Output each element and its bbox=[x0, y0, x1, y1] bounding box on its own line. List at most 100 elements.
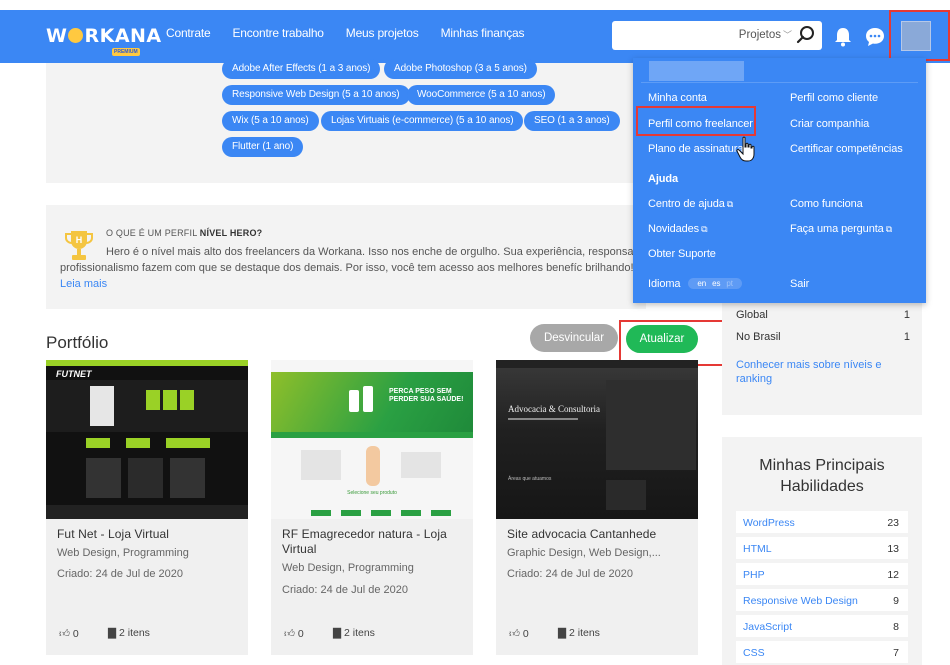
nav-contrate[interactable]: Contrate bbox=[166, 26, 211, 40]
portfolio-thumbnail[interactable]: FUTNET bbox=[46, 360, 248, 519]
skill-count: 9 bbox=[893, 595, 899, 607]
menu-item-minha-conta[interactable]: Minha conta bbox=[648, 92, 707, 104]
skill-row: HTML 13 bbox=[736, 537, 908, 561]
skill-tag[interactable]: SEO (1 a 3 anos) bbox=[524, 111, 620, 131]
skill-tag[interactable]: Responsive Web Design (5 a 10 anos) bbox=[222, 85, 410, 105]
nav-meus-projetos[interactable]: Meus projetos bbox=[346, 26, 419, 40]
portfolio-item-date: Criado: 24 de Jul de 2020 bbox=[282, 584, 408, 596]
skill-row: Responsive Web Design 9 bbox=[736, 589, 908, 613]
skill-tag[interactable]: Adobe After Effects (1 a 3 anos) bbox=[222, 59, 381, 79]
avatar[interactable] bbox=[901, 21, 931, 51]
lang-pt[interactable]: pt bbox=[726, 279, 733, 288]
thumbs-up-icon: 👍︎ bbox=[509, 628, 520, 640]
workana-logo[interactable]: W RKANA bbox=[46, 25, 162, 47]
bell-icon[interactable] bbox=[834, 27, 852, 47]
skill-name[interactable]: HTML bbox=[743, 543, 772, 555]
portfolio-thumbnail[interactable]: PERCA PESO SEM PERDER SUA SAÚDE! Selecio… bbox=[271, 360, 473, 519]
menu-item-como-funciona[interactable]: Como funciona bbox=[790, 198, 863, 210]
portfolio-card[interactable]: FUTNET Fut Net - Loja Virtual Web Design… bbox=[46, 360, 248, 655]
lang-en[interactable]: en bbox=[697, 279, 706, 288]
portfolio-item-categories: Web Design, Programming bbox=[57, 547, 189, 559]
freelancer-profile-highlight bbox=[636, 106, 756, 136]
portfolio-card[interactable]: Advocacia & Consultoria Áreas que atuamo… bbox=[496, 360, 698, 655]
update-button[interactable]: Atualizar bbox=[626, 325, 698, 353]
hero-description: Hero é o nível mais alto dos freelancers… bbox=[60, 246, 634, 290]
account-dropdown-menu: Minha conta Perfil como freelancer Plano… bbox=[633, 58, 926, 303]
ranking-info-link[interactable]: Conhecer mais sobre níveis e ranking bbox=[736, 358, 896, 386]
skill-name[interactable]: WordPress bbox=[743, 517, 795, 529]
thumb-title: Advocacia & Consultoria bbox=[508, 404, 600, 414]
thumbs-up-icon: 👍︎ bbox=[284, 628, 295, 640]
menu-item-obter-suporte[interactable]: Obter Suporte bbox=[648, 248, 716, 260]
skill-tag[interactable]: WooCommerce (5 a 10 anos) bbox=[407, 85, 556, 105]
chat-icon[interactable] bbox=[865, 27, 885, 47]
nav-encontre-trabalho[interactable]: Encontre trabalho bbox=[232, 26, 324, 40]
external-link-icon: ⧉ bbox=[726, 199, 734, 209]
likes-count[interactable]: 👍︎ 0 bbox=[509, 627, 529, 640]
menu-divider bbox=[641, 82, 918, 83]
likes-count[interactable]: 👍︎ 0 bbox=[59, 627, 79, 640]
menu-item-sair[interactable]: Sair bbox=[790, 278, 809, 290]
username-placeholder bbox=[649, 61, 744, 81]
skill-tag[interactable]: Lojas Virtuais (e-commerce) (5 a 10 anos… bbox=[321, 111, 524, 131]
menu-item-criar-companhia[interactable]: Criar companhia bbox=[790, 118, 869, 130]
menu-item-perfil-cliente[interactable]: Perfil como cliente bbox=[790, 92, 878, 104]
ranking-label: No Brasil bbox=[736, 331, 781, 343]
top-skills-card: Minhas Principais Habilidades WordPress 2… bbox=[722, 437, 922, 665]
menu-item-faca-pergunta[interactable]: Faça uma pergunta ⧉ bbox=[790, 223, 892, 235]
skill-row: PHP 12 bbox=[736, 563, 908, 587]
thumb-subline: Áreas que atuamos bbox=[508, 476, 552, 482]
main-nav: Contrate Encontre trabalho Meus projetos… bbox=[166, 26, 546, 40]
skill-row: CSS 7 bbox=[736, 641, 908, 665]
likes-count[interactable]: 👍︎ 0 bbox=[284, 627, 304, 640]
ranking-value: 1 bbox=[903, 331, 910, 343]
search-scope-select[interactable]: Projetos ﹀ bbox=[739, 28, 792, 41]
portfolio-title: Portfólio bbox=[46, 333, 109, 352]
hero-title: O QUE É UM PERFIL NÍVEL HERO? bbox=[106, 228, 263, 238]
skill-row: WordPress 23 bbox=[736, 511, 908, 535]
language-switcher[interactable]: en es pt bbox=[688, 278, 742, 289]
avatar-highlight bbox=[889, 10, 950, 61]
portfolio-item-name[interactable]: Site advocacia Cantanhede bbox=[507, 527, 692, 542]
menu-item-certificar[interactable]: Certificar competências bbox=[790, 143, 903, 155]
skill-name[interactable]: Responsive Web Design bbox=[743, 595, 858, 607]
portfolio-item-name[interactable]: Fut Net - Loja Virtual bbox=[57, 527, 242, 542]
lang-es[interactable]: es bbox=[712, 279, 720, 288]
portfolio-thumbnail[interactable]: Advocacia & Consultoria Áreas que atuamo… bbox=[496, 360, 698, 519]
menu-item-plano-assinatura[interactable]: Plano de assinatura bbox=[648, 143, 743, 155]
unlink-button[interactable]: Desvincular bbox=[530, 324, 618, 352]
portfolio-item-categories: Web Design, Programming bbox=[282, 562, 414, 574]
search-icon[interactable] bbox=[796, 25, 816, 45]
chevron-down-icon: ﹀ bbox=[782, 30, 792, 40]
menu-item-novidades[interactable]: Novidades ⧉ bbox=[648, 223, 708, 235]
read-more-link[interactable]: Leia mais bbox=[60, 278, 107, 290]
file-icon: ▇ bbox=[558, 627, 567, 639]
external-link-icon: ⧉ bbox=[701, 224, 708, 234]
top-skills-title: Minhas Principais Habilidades bbox=[759, 457, 885, 495]
premium-badge: PREMIUM bbox=[112, 48, 140, 56]
skill-tag[interactable]: Adobe Photoshop (3 a 5 anos) bbox=[384, 59, 537, 79]
skill-tag[interactable]: Flutter (1 ano) bbox=[222, 137, 304, 157]
portfolio-item-date: Criado: 24 de Jul de 2020 bbox=[507, 568, 633, 580]
skill-name[interactable]: JavaScript bbox=[743, 621, 792, 633]
portfolio-item-name[interactable]: RF Emagrecedor natura - Loja Virtual bbox=[282, 527, 467, 557]
skill-name[interactable]: PHP bbox=[743, 569, 765, 581]
nav-minhas-financas[interactable]: Minhas finanças bbox=[441, 26, 525, 40]
skills-tags-card: Adobe After Effects (1 a 3 anos) Adobe P… bbox=[46, 59, 646, 183]
file-icon: ▇ bbox=[108, 627, 117, 639]
menu-item-idioma: Idioma en es pt bbox=[648, 278, 742, 290]
hand-cursor-icon bbox=[736, 136, 755, 162]
thumb-headline: PERCA PESO SEM PERDER SUA SAÚDE! bbox=[389, 388, 464, 403]
menu-item-centro-ajuda[interactable]: Centro de ajuda ⧉ bbox=[648, 198, 733, 210]
portfolio-card[interactable]: PERCA PESO SEM PERDER SUA SAÚDE! Selecio… bbox=[271, 360, 473, 655]
menu-heading-ajuda: Ajuda bbox=[648, 173, 679, 185]
thumbs-up-icon: 👍︎ bbox=[59, 628, 70, 640]
portfolio-item-categories: Graphic Design, Web Design,... bbox=[507, 547, 661, 559]
ranking-value: 1 bbox=[903, 309, 910, 321]
skill-name[interactable]: CSS bbox=[743, 647, 765, 659]
search-input[interactable]: Projetos ﹀ bbox=[612, 21, 822, 50]
skill-tag[interactable]: Wix (5 a 10 anos) bbox=[222, 111, 319, 131]
skill-row: JavaScript 8 bbox=[736, 615, 908, 639]
file-icon: ▇ bbox=[333, 627, 342, 639]
ranking-card: Global 1 No Brasil 1 Conhecer mais sobre… bbox=[722, 303, 922, 415]
